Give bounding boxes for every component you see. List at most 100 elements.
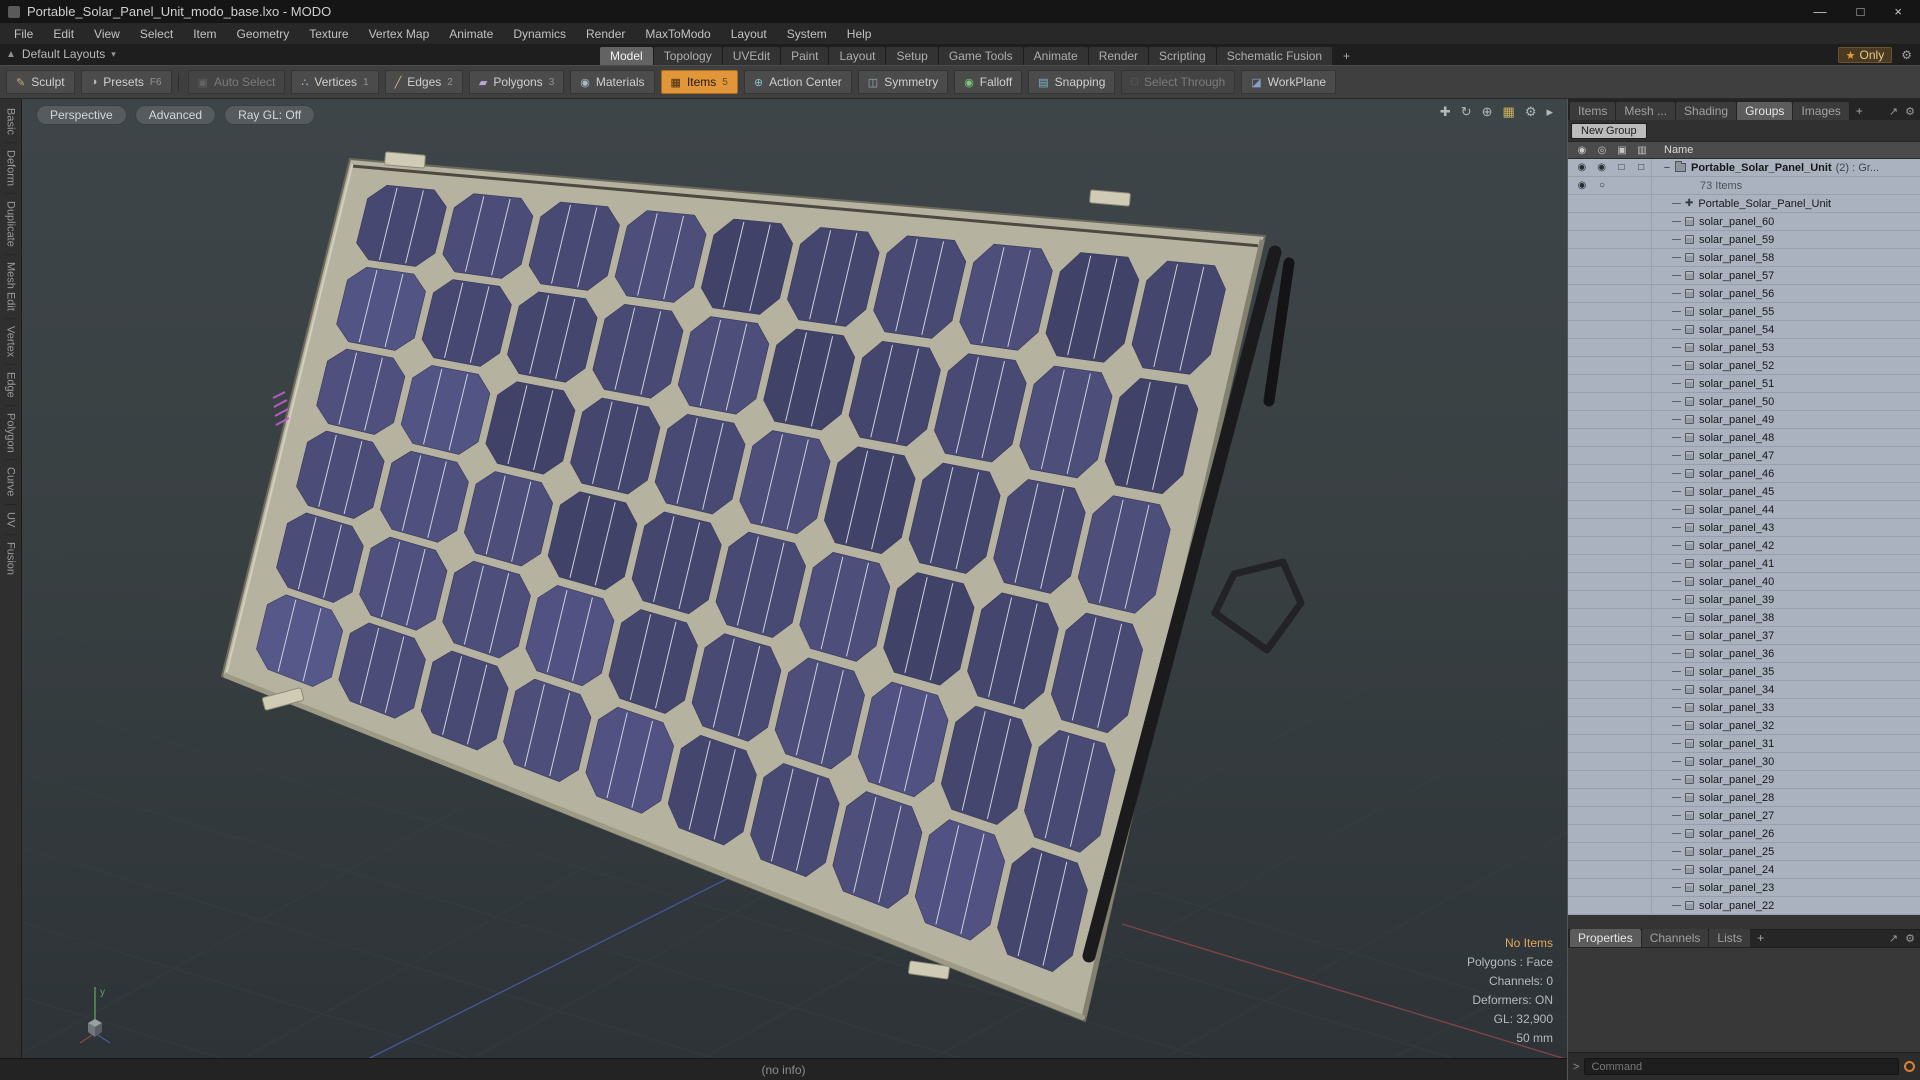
left-tool-tab[interactable]: Duplicate [4, 194, 17, 255]
menu-item[interactable]: MaxToModo [635, 24, 720, 44]
toolbar-button[interactable]: ∴ Vertices 1 [291, 70, 379, 94]
add-layout-tab[interactable]: + [1336, 47, 1357, 65]
layout-tab[interactable]: Schematic Fusion [1216, 47, 1333, 65]
props-popout-icon[interactable]: ↗ [1889, 932, 1898, 945]
item-visible-eye-icon[interactable]: ◉ [1572, 180, 1592, 191]
command-history-icon[interactable] [1904, 1061, 1915, 1072]
right-panel-tab[interactable]: Images [1793, 102, 1849, 120]
tree-row[interactable]: solar_panel_60 [1568, 213, 1920, 231]
panel-popout-icon[interactable]: ↗ [1889, 105, 1898, 118]
toolbar-button[interactable]: ◉ Falloff [954, 70, 1023, 94]
layouts-dropdown[interactable]: ▲ Default Layouts ▾ [6, 47, 116, 61]
menu-item[interactable]: Texture [299, 24, 358, 44]
shading-style-icon[interactable]: ▦ [1503, 104, 1515, 120]
maximize-icon[interactable]: □ [1857, 4, 1865, 19]
tree-row[interactable]: solar_panel_53 [1568, 339, 1920, 357]
command-input[interactable] [1584, 1058, 1899, 1075]
tree-row-scene-item[interactable]: ✚ Portable_Solar_Panel_Unit [1568, 195, 1920, 213]
tree-row-items-count[interactable]: ◉ ○ 73 Items [1568, 177, 1920, 195]
right-panel-tab[interactable]: Items [1570, 102, 1616, 120]
tree-row-group[interactable]: ◉ ◉ □ □ − Portable_Solar_Panel_Unit (2) : G… [1568, 159, 1920, 177]
left-tool-tab[interactable]: Basic [4, 101, 17, 143]
tree-row[interactable]: solar_panel_38 [1568, 609, 1920, 627]
only-button[interactable]: ★ Only [1837, 47, 1893, 63]
menu-item[interactable]: Item [183, 24, 226, 44]
tree-row[interactable]: solar_panel_30 [1568, 753, 1920, 771]
menu-item[interactable]: Edit [43, 24, 84, 44]
viewport-mode-button[interactable]: Advanced [134, 105, 217, 125]
viewport-canvas[interactable]: y [22, 99, 1567, 1058]
viewport-expand-icon[interactable]: ▸ [1546, 104, 1553, 120]
left-tool-tab[interactable]: Curve [4, 460, 17, 505]
toolbar-button[interactable]: ▰ Polygons 3 [468, 70, 565, 94]
close-icon[interactable]: × [1894, 4, 1902, 19]
toolbar-button[interactable]: □ Select Through [1121, 70, 1236, 94]
menu-item[interactable]: Animate [439, 24, 503, 44]
toolbar-button[interactable]: ⊕ Action Center [743, 70, 852, 94]
viewport-mode-button[interactable]: Perspective [36, 105, 127, 125]
tree-row[interactable]: solar_panel_29 [1568, 771, 1920, 789]
add-panel-tab[interactable]: + [1850, 102, 1869, 120]
tree-row[interactable]: solar_panel_55 [1568, 303, 1920, 321]
tree-row[interactable]: solar_panel_45 [1568, 483, 1920, 501]
toolbar-button[interactable]: ◑ Presets F6 [80, 70, 179, 94]
left-tool-tab[interactable]: Edge [4, 365, 17, 406]
zoom-icon[interactable]: ⊕ [1482, 104, 1493, 120]
tree-row[interactable]: solar_panel_37 [1568, 627, 1920, 645]
toolbar-button[interactable]: ▦ Items 5 [660, 70, 738, 94]
tree-row[interactable]: solar_panel_49 [1568, 411, 1920, 429]
visibility-eye-icon[interactable]: ◉ [1572, 145, 1592, 156]
menu-item[interactable]: Layout [721, 24, 777, 44]
tree-row[interactable]: solar_panel_32 [1568, 717, 1920, 735]
toolbar-button[interactable]: ▤ Snapping [1028, 70, 1116, 94]
menu-item[interactable]: Vertex Map [359, 24, 440, 44]
filter-icon[interactable]: ▥ [1632, 145, 1652, 156]
tree-row[interactable]: solar_panel_54 [1568, 321, 1920, 339]
right-panel-tab[interactable]: Shading [1676, 102, 1737, 120]
toolbar-button[interactable]: ✎ Sculpt [6, 70, 75, 94]
layout-tab[interactable]: Render [1088, 47, 1149, 65]
menu-item[interactable]: System [777, 24, 837, 44]
lock-icon[interactable]: ▣ [1612, 145, 1632, 156]
add-bottom-tab[interactable]: + [1751, 929, 1770, 947]
tree-row[interactable]: solar_panel_39 [1568, 591, 1920, 609]
item-render-eye-icon[interactable]: ◉ [1592, 162, 1612, 173]
viewport-settings-icon[interactable]: ⚙ [1525, 104, 1537, 120]
toolbar-button[interactable]: ◪ WorkPlane [1241, 70, 1337, 94]
layout-tab[interactable]: Model [600, 47, 653, 65]
tree-row[interactable]: solar_panel_58 [1568, 249, 1920, 267]
left-tool-tab[interactable]: Vertex [4, 319, 17, 365]
tree-row[interactable]: solar_panel_56 [1568, 285, 1920, 303]
tree-row[interactable]: solar_panel_46 [1568, 465, 1920, 483]
right-panel-tab[interactable]: Groups [1737, 102, 1793, 120]
tree-row[interactable]: solar_panel_34 [1568, 681, 1920, 699]
tree-row[interactable]: solar_panel_42 [1568, 537, 1920, 555]
toolbar-button[interactable]: ◉ Materials [570, 70, 655, 94]
layout-tab[interactable]: Setup [886, 47, 938, 65]
tree-row[interactable]: solar_panel_41 [1568, 555, 1920, 573]
menu-item[interactable]: Geometry [227, 24, 300, 44]
layout-tab[interactable]: Scripting [1149, 47, 1216, 65]
bottom-panel-tab[interactable]: Lists [1709, 929, 1751, 947]
item-toggle2-icon[interactable]: □ [1631, 162, 1651, 173]
menu-item[interactable]: Select [130, 24, 183, 44]
layout-tab[interactable]: Animate [1023, 47, 1088, 65]
tree-row[interactable]: solar_panel_35 [1568, 663, 1920, 681]
left-tool-tab[interactable]: Mesh Edit [4, 255, 17, 319]
gear-icon[interactable]: ⚙ [1901, 48, 1912, 62]
menu-item[interactable]: View [84, 24, 130, 44]
tree-row[interactable]: solar_panel_59 [1568, 231, 1920, 249]
layout-tab[interactable]: UVEdit [722, 47, 781, 65]
props-gear-icon[interactable]: ⚙ [1905, 932, 1915, 945]
left-tool-tab[interactable]: Deform [4, 143, 17, 194]
tree-row[interactable]: solar_panel_22 [1568, 897, 1920, 915]
toolbar-button[interactable]: ▣ Auto Select [187, 70, 286, 94]
tree-row[interactable]: solar_panel_44 [1568, 501, 1920, 519]
tree-row[interactable]: solar_panel_36 [1568, 645, 1920, 663]
item-visible-eye-icon[interactable]: ◉ [1572, 162, 1592, 173]
tree-row[interactable]: solar_panel_50 [1568, 393, 1920, 411]
tree-row[interactable]: solar_panel_27 [1568, 807, 1920, 825]
tree-row[interactable]: solar_panel_23 [1568, 879, 1920, 897]
tree-row[interactable]: solar_panel_26 [1568, 825, 1920, 843]
item-toggle-icon[interactable]: □ [1612, 162, 1632, 173]
